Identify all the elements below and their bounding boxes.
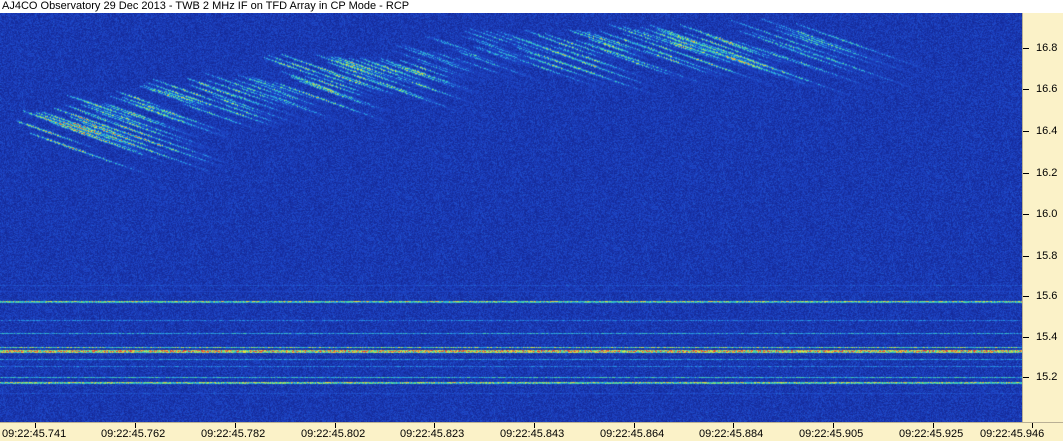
y-tick-label: 15.4 (1036, 331, 1058, 343)
x-tick-label: 09:22:45.843 (500, 428, 565, 440)
y-tick-label: 16.2 (1036, 167, 1058, 179)
x-tick-label: 09:22:45.782 (201, 428, 266, 440)
x-tick-label: 09:22:45.946 (980, 428, 1045, 440)
y-tick (1023, 296, 1029, 297)
y-tick (1023, 89, 1029, 90)
y-tick (1023, 48, 1029, 49)
y-tick (1023, 173, 1029, 174)
spectrogram-plot[interactable] (0, 13, 1022, 422)
x-tick-label: 09:22:45.925 (899, 428, 964, 440)
window-title: AJ4CO Observatory 29 Dec 2013 - TWB 2 MH… (0, 0, 1024, 13)
y-tick-label: 15.2 (1036, 371, 1058, 383)
y-tick (1023, 377, 1029, 378)
time-axis: 09:22:45.741 09:22:45.762 09:22:45.782 0… (0, 422, 1063, 441)
spectrogram-canvas (0, 13, 1022, 422)
x-tick-label: 09:22:45.802 (301, 428, 366, 440)
y-tick-label: 15.8 (1036, 250, 1058, 262)
y-tick-label: 15.6 (1036, 290, 1058, 302)
x-tick-label: 09:22:45.864 (600, 428, 665, 440)
x-tick-label: 09:22:45.905 (799, 428, 864, 440)
y-tick-label: 16.0 (1036, 208, 1058, 220)
y-tick-label: 16.4 (1036, 125, 1058, 137)
x-tick-label: 09:22:45.823 (400, 428, 465, 440)
x-tick-label: 09:22:45.884 (699, 428, 764, 440)
x-tick-label: 09:22:45.762 (101, 428, 166, 440)
y-tick (1023, 337, 1029, 338)
y-tick-label: 16.8 (1036, 42, 1058, 54)
y-tick (1023, 256, 1029, 257)
y-tick (1023, 131, 1029, 132)
y-tick-label: 16.6 (1036, 83, 1058, 95)
frequency-axis: 16.8 16.6 16.4 16.2 16.0 15.8 15.6 15.4 … (1022, 13, 1063, 422)
x-tick-label: 09:22:45.741 (2, 428, 67, 440)
y-tick (1023, 214, 1029, 215)
